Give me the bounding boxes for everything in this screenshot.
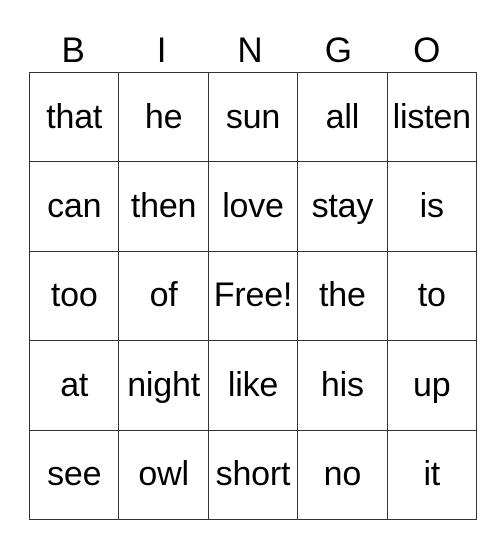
board-cell[interactable]: no xyxy=(297,429,388,520)
board-cell[interactable]: stay xyxy=(297,161,388,252)
board-cell[interactable]: of xyxy=(118,250,209,342)
board-cell[interactable]: too xyxy=(28,250,120,342)
board-cell[interactable]: can xyxy=(28,161,120,252)
board-cell[interactable]: up xyxy=(386,340,477,431)
header-letter-o: O xyxy=(413,31,441,70)
board-row: see owl short no it xyxy=(28,429,477,520)
board-cell[interactable]: to xyxy=(386,250,477,342)
board-row: too of Free! the to xyxy=(28,250,477,342)
board-cell[interactable]: then xyxy=(118,161,209,252)
board-cell[interactable]: his xyxy=(297,340,388,431)
board-cell[interactable]: love xyxy=(207,161,299,252)
bingo-board: that he sun all listen can then love sta… xyxy=(28,71,477,520)
board-cell[interactable]: listen xyxy=(386,71,477,163)
bingo-header: B I N G O xyxy=(29,30,471,72)
header-letter-i: I xyxy=(156,31,167,70)
header-letter-b: B xyxy=(61,31,85,70)
board-cell[interactable]: see xyxy=(28,429,120,520)
free-space-cell[interactable]: Free! xyxy=(207,250,299,342)
board-cell[interactable]: sun xyxy=(207,71,299,163)
board-cell[interactable]: short xyxy=(207,429,299,520)
board-row: can then love stay is xyxy=(28,161,477,252)
board-cell[interactable]: that xyxy=(28,71,120,163)
board-cell[interactable]: is xyxy=(386,161,477,252)
header-letter-n: N xyxy=(237,31,263,70)
board-cell[interactable]: all xyxy=(297,71,388,163)
board-cell[interactable]: night xyxy=(118,340,209,431)
board-row: at night like his up xyxy=(28,340,477,431)
header-letter-g: G xyxy=(324,31,352,70)
board-cell[interactable]: he xyxy=(118,71,209,163)
board-cell[interactable]: it xyxy=(386,429,477,520)
board-cell[interactable]: the xyxy=(297,250,388,342)
board-cell[interactable]: at xyxy=(28,340,120,431)
board-cell[interactable]: like xyxy=(207,340,299,431)
board-cell[interactable]: owl xyxy=(118,429,209,520)
board-row: that he sun all listen xyxy=(28,71,477,163)
